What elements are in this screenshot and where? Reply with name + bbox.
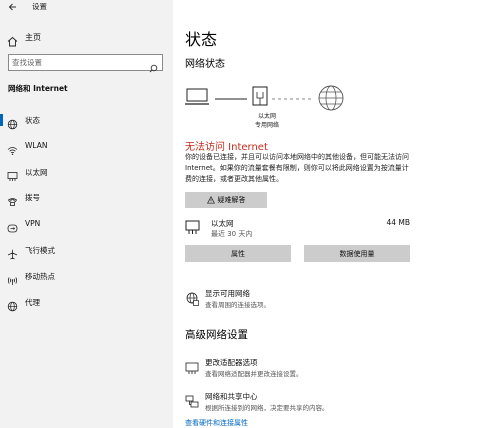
- back-arrow-icon[interactable]: [8, 2, 18, 12]
- sidebar-item-label: 以太网: [25, 168, 48, 177]
- advanced-settings-title: 高级网络设置: [185, 329, 248, 341]
- sharing-center-title: 网络和共享中心: [205, 392, 258, 401]
- show-available-networks[interactable]: 显示可用网络 查看周围的连接选项。: [185, 288, 445, 312]
- page-title: 状态: [185, 30, 218, 49]
- main-panel: 状态 网络状态 以太网 专用网络 无法访问 Internet 你的设备已连接，并…: [173, 0, 500, 428]
- hotspot-icon: [7, 271, 18, 285]
- dialup-icon: [7, 192, 18, 206]
- connection-profile: 专用网络: [254, 122, 279, 129]
- show-networks-desc: 查看周围的连接选项。: [205, 301, 270, 309]
- computer-icon: [185, 88, 209, 105]
- connection-label: 以太网 专用网络: [245, 112, 289, 130]
- troubleshoot-button[interactable]: 疑难解答: [185, 192, 267, 208]
- change-adapter-options[interactable]: 更改适配器选项 查看网络适配器并更改连接设置。: [185, 357, 445, 381]
- ethernet-period: 最近 30 天内: [211, 230, 253, 238]
- adapter-options-desc: 查看网络适配器并更改连接设置。: [205, 370, 303, 378]
- properties-button[interactable]: 属性: [185, 245, 291, 262]
- connection-type: 以太网: [257, 113, 276, 120]
- sharing-center-desc: 根据所连接到的网络，决定要共享的内容。: [205, 404, 329, 412]
- home-label: 主页: [25, 33, 41, 42]
- network-sharing-center[interactable]: 网络和共享中心 根据所连接到的网络，决定要共享的内容。: [185, 391, 445, 415]
- sidebar-item-vpn[interactable]: VPN: [0, 216, 173, 233]
- network-status-title: 网络状态: [185, 59, 225, 70]
- error-description: 你的设备已连接，并且可以访问本地网络中的其他设备，但可能无法访问 Interne…: [185, 153, 409, 183]
- sidebar-item-label: VPN: [25, 219, 41, 228]
- sidebar-item-label: 状态: [25, 116, 40, 125]
- sidebar-item-label: WLAN: [25, 141, 48, 150]
- show-networks-title: 显示可用网络: [205, 289, 250, 298]
- globe-icon: [7, 115, 18, 130]
- internet-globe-icon: [318, 85, 344, 111]
- adapter-icon: [185, 360, 199, 374]
- sidebar-item-label: 移动热点: [25, 272, 55, 281]
- ethernet-port-icon: [252, 86, 268, 106]
- ethernet-summary: 以太网 最近 30 天内 44 MB: [185, 217, 410, 241]
- sharing-center-icon: [185, 394, 199, 408]
- title-bar: 设置: [0, 0, 173, 14]
- sidebar-section-title: 网络和 Internet: [8, 84, 68, 93]
- proxy-globe-icon: [7, 297, 18, 312]
- sidebar-item-proxy[interactable]: 代理: [0, 294, 173, 312]
- sidebar: 设置 主页 网络和 Internet 状态 WLAN 以太网: [0, 0, 173, 428]
- sidebar-item-status[interactable]: 状态: [0, 112, 173, 130]
- warning-icon: [206, 196, 215, 204]
- ethernet-data-size: 44 MB: [386, 218, 410, 227]
- search-icon[interactable]: [149, 58, 158, 73]
- hardware-properties-link[interactable]: 查看硬件和连接属性: [185, 418, 248, 428]
- sidebar-item-label: 代理: [25, 298, 40, 307]
- ethernet-adapter-icon: [185, 220, 201, 236]
- airplane-icon: [7, 245, 18, 260]
- adapter-options-title: 更改适配器选项: [205, 358, 258, 367]
- ethernet-icon: [7, 167, 18, 181]
- sidebar-item-label: 飞行模式: [25, 246, 55, 255]
- sidebar-item-ethernet[interactable]: 以太网: [0, 164, 173, 181]
- search-box[interactable]: [8, 54, 163, 73]
- data-usage-button[interactable]: 数据使用量: [304, 245, 410, 262]
- home-icon: [7, 32, 18, 47]
- ethernet-name: 以太网: [211, 219, 234, 228]
- sidebar-item-wlan[interactable]: WLAN: [0, 138, 173, 155]
- error-title: 无法访问 Internet: [185, 142, 268, 153]
- app-title: 设置: [32, 2, 47, 11]
- vpn-icon: [7, 219, 18, 233]
- sidebar-item-label: 拨号: [25, 193, 40, 202]
- sidebar-item-dialup[interactable]: 拨号: [0, 189, 173, 206]
- search-input[interactable]: [12, 57, 142, 68]
- sidebar-item-airplane-mode[interactable]: 飞行模式: [0, 242, 173, 260]
- sidebar-item-home[interactable]: 主页: [0, 30, 173, 47]
- available-networks-icon: [185, 291, 199, 306]
- troubleshoot-label: 疑难解答: [217, 196, 246, 204]
- wifi-icon: [7, 141, 18, 155]
- sidebar-item-mobile-hotspot[interactable]: 移动热点: [0, 268, 173, 285]
